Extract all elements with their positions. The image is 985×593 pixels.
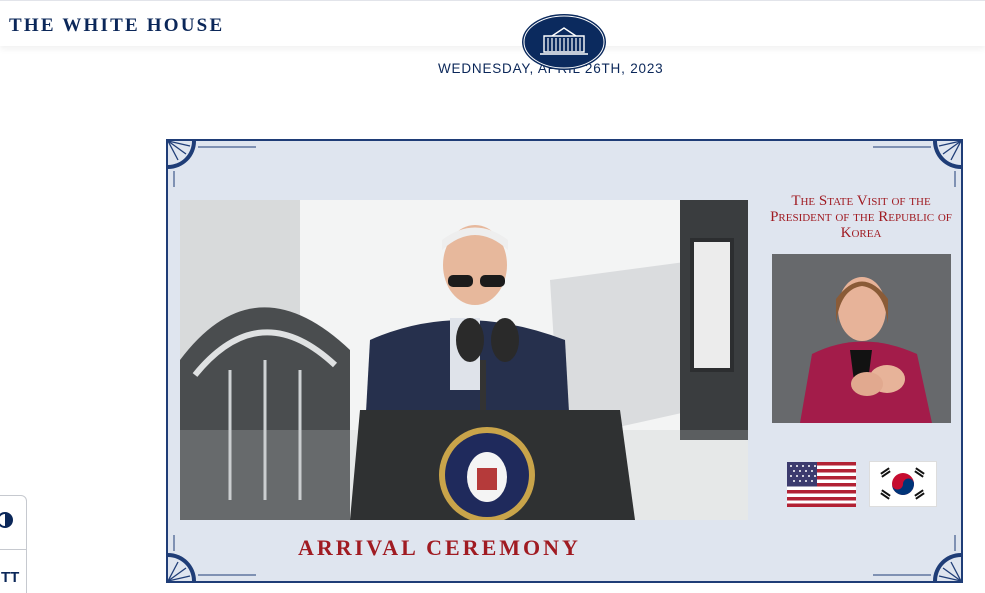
accessibility-toolbar: TT	[0, 495, 27, 593]
contrast-icon	[0, 510, 19, 535]
ceremony-caption: ARRIVAL CEREMONY	[298, 535, 581, 560]
corner-ornament-icon	[168, 141, 256, 187]
contrast-toggle-button[interactable]	[0, 496, 27, 548]
text-size-button[interactable]: TT	[0, 551, 27, 593]
corner-ornament-icon	[873, 535, 961, 581]
sign-language-interpreter-feed[interactable]	[772, 254, 951, 423]
speaker-video-feed[interactable]	[180, 200, 748, 520]
text-size-icon: TT	[1, 568, 20, 586]
livestream-frame[interactable]: ARRIVAL CEREMONY The State Visit of the …	[166, 139, 963, 583]
site-title[interactable]: THE WHITE HOUSE	[9, 15, 224, 37]
corner-ornament-icon	[873, 141, 961, 187]
corner-ornament-icon	[168, 535, 256, 581]
toolbar-divider	[0, 549, 27, 550]
site-header: THE WHITE HOUSE	[0, 0, 985, 46]
us-flag-icon	[787, 462, 856, 507]
korea-flag-icon	[869, 461, 937, 507]
white-house-seal-icon[interactable]	[522, 14, 606, 70]
state-visit-title: The State Visit of the President of the …	[770, 193, 952, 241]
